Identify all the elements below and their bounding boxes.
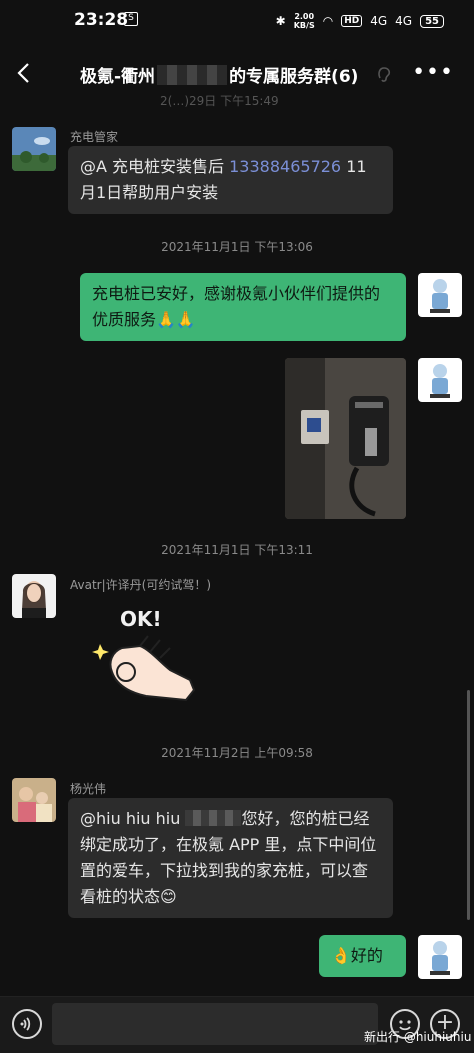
scrollbar[interactable]	[467, 690, 470, 920]
timestamp: 2021年11月2日 上午09:58	[161, 746, 313, 760]
timestamp: 2021年11月1日 下午13:06	[161, 240, 313, 254]
chevron-left-icon[interactable]	[12, 60, 38, 86]
message-text: 👌好的	[331, 946, 383, 965]
title-suffix: 的专属服务群(6)	[229, 67, 359, 87]
speed-value: 2.00	[294, 12, 315, 21]
sticker-text: OK!	[120, 607, 162, 631]
avatar[interactable]	[418, 273, 462, 317]
sender-name: 充电管家	[70, 130, 119, 144]
status-bar: 23:28 S ✱ 2.00 KB/S ◠ HD 4G 4G 55	[0, 0, 474, 40]
avatar[interactable]	[12, 574, 56, 618]
sender-name: Avatr|许译丹(可约试驾！)	[70, 578, 212, 592]
message-bubble[interactable]: @hiu hiu hiu 您好，您的桩已经绑定成功了，在极氪 APP 里，点下中…	[68, 798, 393, 918]
signal-2: 4G	[395, 14, 413, 28]
status-icons: ✱ 2.00 KB/S ◠ HD 4G 4G 55	[276, 12, 444, 30]
message-text: 充电桩已安好，感谢极氪小伙伴们提供的优质服务🙏🙏	[92, 284, 381, 329]
bluetooth-icon: ✱	[275, 14, 286, 28]
message-input[interactable]	[52, 1003, 378, 1045]
avatar[interactable]	[418, 358, 462, 402]
message-text: @hiu hiu hiu	[80, 809, 186, 828]
hd-badge: HD	[341, 15, 363, 27]
battery-indicator: 55	[420, 14, 444, 28]
ok-sticker[interactable]: OK!	[90, 600, 210, 724]
speed-unit: KB/S	[293, 21, 315, 30]
more-dots-icon[interactable]: •••	[412, 60, 454, 85]
message-bubble[interactable]: 充电桩已安好，感谢极氪小伙伴们提供的优质服务🙏🙏	[80, 273, 406, 341]
clock: 23:28	[74, 10, 129, 30]
title-prefix: 极氪-衢州	[80, 67, 156, 87]
signal-1: 4G	[370, 14, 388, 28]
network-speed: 2.00 KB/S	[294, 12, 315, 30]
previous-timestamp: 2(…)29日 下午15:49	[160, 94, 279, 108]
redacted-mask	[157, 65, 228, 85]
chat-title: 极氪-衢州 的专属服务群(6)	[80, 62, 358, 87]
phone-link[interactable]: 13388465726	[229, 157, 341, 176]
ear-icon	[374, 64, 394, 84]
wifi-icon: ◠	[322, 14, 334, 28]
avatar[interactable]	[12, 127, 56, 171]
message-bubble[interactable]: 👌好的	[319, 935, 406, 977]
message-text: @A 充电桩安装售后	[80, 157, 230, 176]
message-bubble[interactable]: @A 充电桩安装售后 13388465726 11月1日帮助用户安装	[68, 146, 393, 214]
redacted-mask	[185, 810, 242, 826]
charger-photo[interactable]	[285, 358, 406, 519]
voice-icon[interactable]	[12, 1009, 42, 1039]
watermark: 新出行 @hiuhiuhiu	[364, 1030, 472, 1044]
notification-icon: S	[124, 12, 138, 26]
sender-name: 杨光伟	[70, 782, 107, 796]
timestamp: 2021年11月1日 下午13:11	[161, 543, 313, 557]
avatar[interactable]	[418, 935, 462, 979]
avatar[interactable]	[12, 778, 56, 822]
